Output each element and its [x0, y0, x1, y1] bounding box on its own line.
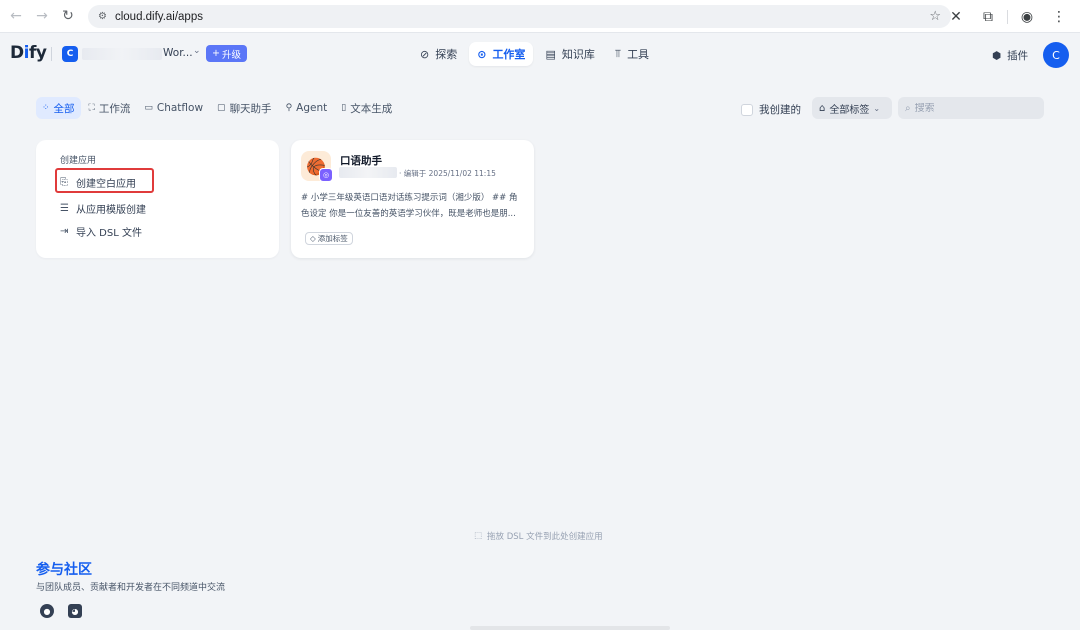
filter-label: Chatflow: [156, 102, 204, 114]
tab-studio[interactable]: ⊙ 工作室: [469, 42, 534, 66]
my-created-checkbox[interactable]: [741, 103, 753, 116]
filter-tab-chatbot[interactable]: ▢ 聊天助手: [211, 97, 278, 119]
grid-icon: ⁘: [42, 103, 50, 113]
url-text: cloud.dify.ai/apps: [114, 10, 203, 23]
profile-icon[interactable]: ◉: [1014, 4, 1040, 30]
filter-label: 全部: [53, 102, 75, 115]
create-app-title: 创建应用: [60, 156, 97, 166]
divider: [1007, 10, 1008, 24]
main-nav: ⊘ 探索 ⊙ 工作室 ▤ 知识库 ⫪ 工具: [412, 42, 657, 66]
divider: [51, 47, 52, 61]
browser-toolbar: ← → ↻ ⚙ cloud.dify.ai/apps ☆ ✕ ⧉ ◉ ⋮: [0, 0, 1080, 33]
tab-label: 探索: [435, 48, 458, 61]
create-item-label: 从应用模版创建: [76, 205, 146, 216]
reload-icon[interactable]: ↻: [55, 3, 81, 29]
scroll-shadow: [470, 626, 670, 630]
community-subtitle: 与团队成员、贡献者和开发者在不同频道中交流: [36, 583, 226, 593]
plugins-button[interactable]: ⬢ 插件: [992, 48, 1028, 63]
import-icon: ⇥: [60, 226, 69, 237]
cube-icon: ⬢: [992, 49, 1002, 62]
tag-filter-label: 全部标签: [829, 104, 870, 116]
filter-tab-agent[interactable]: ⚲ Agent: [280, 97, 334, 119]
book-icon: ▤: [545, 47, 556, 61]
drop-hint: ⬚ 拖放 DSL 文件到此处创建应用: [474, 530, 603, 542]
document-icon: ▯: [341, 103, 347, 113]
app-type-filter: ⁘ 全部 ⛶ 工作流 ▭ Chatflow ▢ 聊天助手 ⚲ Agent ▯ 文…: [36, 97, 398, 119]
upgrade-label: 升级: [221, 49, 241, 61]
filter-label: Agent: [296, 102, 328, 114]
workspace-name-redacted: [82, 48, 162, 60]
template-icon: ☰: [60, 203, 69, 214]
community-title: 参与社区: [36, 562, 92, 578]
chat-badge-icon: ◎: [319, 168, 333, 182]
highlight-box: [55, 168, 154, 193]
create-app-card: 创建应用 ⎘ 创建空白应用 ☰ 从应用模版创建 ⇥ 导入 DSL 文件: [36, 140, 279, 258]
filter-label: 聊天助手: [229, 102, 272, 115]
app-name: 口语助手: [340, 155, 382, 167]
filter-tab-workflow[interactable]: ⛶ 工作流: [83, 97, 137, 119]
filter-tab-all[interactable]: ⁘ 全部: [36, 97, 81, 119]
import-dsl-button[interactable]: ⇥ 导入 DSL 文件: [60, 224, 142, 239]
create-from-template-button[interactable]: ☰ 从应用模版创建: [60, 201, 146, 216]
app-card[interactable]: 🏀 ◎ 口语助手 · 编辑于 2025/11/02 11:15 # 小学三年级英…: [291, 140, 534, 258]
workspace-avatar[interactable]: C: [62, 46, 78, 62]
workspace-name[interactable]: Wor...: [163, 47, 193, 59]
tab-knowledge[interactable]: ▤ 知识库: [537, 42, 602, 66]
chevron-down-icon: ⌄: [873, 103, 881, 113]
tool-icon: ⫪: [614, 47, 622, 60]
tab-explore[interactable]: ⊘ 探索: [412, 42, 465, 66]
drag-drop-icon: ⬚: [474, 531, 483, 541]
app-header: Dify C Wor... ⌄ + 升级 ⊘ 探索 ⊙ 工作室 ▤ 知识库 ⫪ …: [0, 34, 1080, 74]
discord-icon[interactable]: ◕: [68, 604, 82, 618]
plus-icon: +: [212, 48, 220, 59]
dify-logo[interactable]: Dify: [10, 43, 47, 63]
plugins-label: 插件: [1007, 50, 1029, 62]
upgrade-button[interactable]: + 升级: [206, 45, 247, 62]
agent-icon: ⚲: [285, 103, 293, 113]
filter-tab-text-generation[interactable]: ▯ 文本生成: [335, 97, 398, 119]
menu-icon[interactable]: ⋮: [1046, 4, 1072, 30]
filter-label: 工作流: [98, 102, 131, 115]
app-edited-time: · 编辑于 2025/11/02 11:15: [399, 169, 496, 178]
forward-icon[interactable]: →: [29, 3, 55, 29]
address-bar[interactable]: ⚙ cloud.dify.ai/apps ☆: [88, 5, 951, 28]
robot-icon: ⊙: [477, 47, 487, 61]
app-description: # 小学三年级英语口语对话练习提示词（湘少版） ## 角色设定 你是一位友善的英…: [301, 193, 518, 219]
my-created-label: 我创建的: [759, 104, 801, 116]
chat-icon: ▢: [217, 103, 226, 113]
author-redacted: [339, 167, 397, 178]
tag-filter-dropdown[interactable]: ⌂ 全部标签 ⌄: [812, 97, 892, 119]
add-tag-label: 添加标签: [317, 234, 348, 243]
user-avatar[interactable]: C: [1043, 42, 1069, 68]
browser-actions: ✕ ⧉ ◉ ⋮: [943, 4, 1072, 30]
chatflow-icon: ▭: [144, 103, 153, 113]
tab-tools[interactable]: ⫪ 工具: [607, 42, 657, 66]
workflow-icon: ⛶: [88, 103, 95, 113]
tab-label: 知识库: [561, 48, 595, 61]
tab-label: 工具: [627, 48, 650, 61]
filter-tab-chatflow[interactable]: ▭ Chatflow: [138, 97, 209, 119]
search-icon: ⌕: [905, 102, 911, 114]
bookmark-star-icon[interactable]: ☆: [929, 9, 941, 24]
close-icon[interactable]: ✕: [943, 4, 969, 30]
search-input[interactable]: [914, 102, 1025, 114]
social-links: ● ◕: [40, 604, 82, 618]
back-icon[interactable]: ←: [3, 3, 29, 29]
github-icon[interactable]: ●: [40, 604, 54, 618]
tag-icon: ◇: [310, 234, 316, 243]
site-settings-icon[interactable]: ⚙: [98, 11, 107, 22]
filter-label: 文本生成: [350, 102, 393, 115]
compass-icon: ⊘: [420, 47, 430, 61]
tag-icon: ⌂: [819, 102, 826, 114]
chevron-down-icon[interactable]: ⌄: [193, 46, 201, 56]
search-box[interactable]: ⌕: [898, 97, 1044, 119]
create-item-label: 导入 DSL 文件: [76, 228, 142, 239]
tab-label: 工作室: [492, 48, 526, 61]
my-created-toggle[interactable]: 我创建的: [741, 102, 801, 117]
extensions-icon[interactable]: ⧉: [975, 4, 1001, 30]
add-tag-button[interactable]: ◇ 添加标签: [305, 232, 353, 245]
drop-hint-text: 拖放 DSL 文件到此处创建应用: [487, 532, 603, 542]
